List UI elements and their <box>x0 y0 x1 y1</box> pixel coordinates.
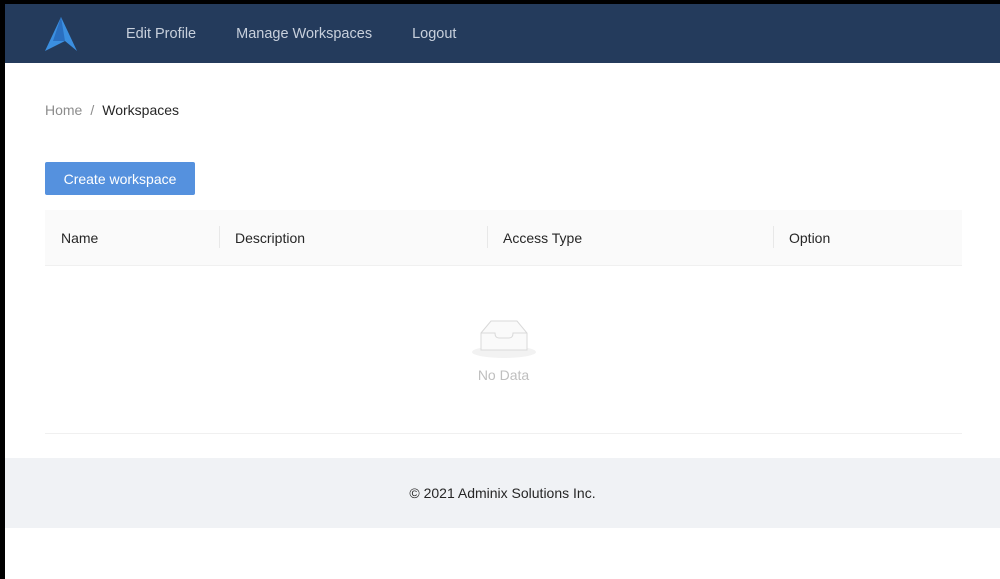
logo-icon[interactable] <box>45 16 77 51</box>
column-option: Option <box>773 225 830 248</box>
page: Edit Profile Manage Workspaces Logout Ho… <box>5 4 1000 579</box>
nav-manage-workspaces[interactable]: Manage Workspaces <box>236 26 372 42</box>
create-workspace-button[interactable]: Create workspace <box>45 162 195 195</box>
breadcrumb-current: Workspaces <box>102 102 180 118</box>
column-name: Name <box>61 229 99 246</box>
nav-edit-profile[interactable]: Edit Profile <box>126 26 196 42</box>
breadcrumb: Home / Workspaces <box>45 102 179 118</box>
empty-state: No Data <box>45 266 962 434</box>
empty-text: No Data <box>477 366 530 383</box>
workspaces-table: Name Description Access Type Option No D… <box>45 210 962 434</box>
table-header: Name Description Access Type Option <box>45 210 962 266</box>
column-access-type: Access Type <box>487 225 773 248</box>
breadcrumb-home[interactable]: Home <box>45 102 82 118</box>
empty-inbox-icon <box>471 320 536 358</box>
top-nav: Edit Profile Manage Workspaces Logout <box>5 4 1000 63</box>
nav-logout[interactable]: Logout <box>412 26 456 42</box>
footer: © 2021 Adminix Solutions Inc. <box>5 458 1000 528</box>
column-description: Description <box>219 225 487 248</box>
breadcrumb-separator: / <box>90 102 95 118</box>
